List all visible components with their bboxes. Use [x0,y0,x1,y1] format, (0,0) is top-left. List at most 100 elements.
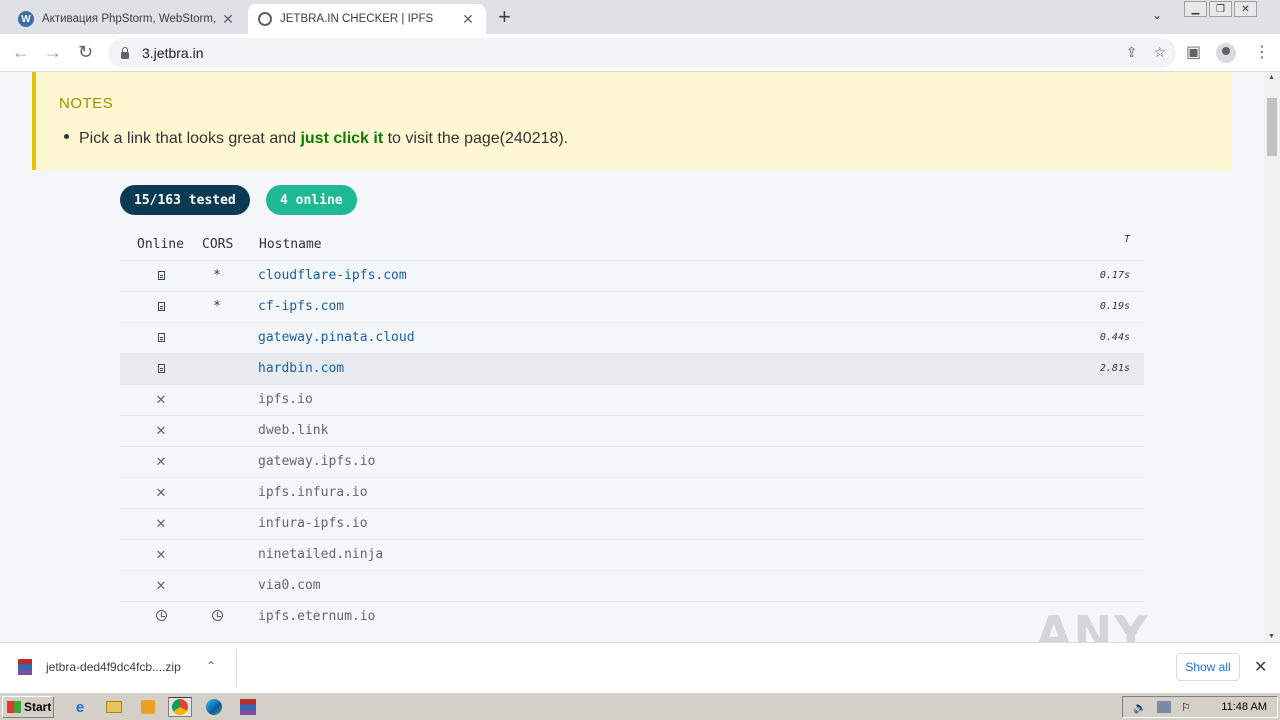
hostname-link: infura-ipfs.io [258,516,368,531]
windows-taskbar: Start e 🔈 ⚐ 11:48 AM [0,692,1280,720]
notes-title: NOTES [59,95,114,112]
offline-x-icon: ✕ [156,513,166,532]
hostname-link[interactable]: gateway.pinata.cloud [258,330,415,345]
reload-icon[interactable]: ↻ [78,42,93,62]
download-bar: jetbra-ded4f9dc4fcb....zip ⌃ Show all ✕ [0,642,1280,692]
close-icon[interactable]: ✕ [460,11,476,28]
url-text[interactable]: 3.jetbra.in [142,45,203,61]
document-icon [120,268,202,283]
scroll-up-icon[interactable]: ▲ [1268,74,1275,81]
offline-x-icon: ✕ [156,482,166,501]
share-icon[interactable]: ⇪ [1126,44,1138,61]
close-window-button[interactable]: ✕ [1234,1,1257,17]
bullet-icon [64,134,69,140]
table-row: ✕ ipfs.io [120,384,1144,415]
side-panel-icon[interactable]: ▣ [1186,42,1201,62]
header-cors[interactable]: CORS [202,237,233,252]
address-bar[interactable]: 3.jetbra.in ⇪ ☆ [108,38,1176,68]
close-icon[interactable]: ✕ [220,11,236,28]
tab-jetbra-checker[interactable]: JETBRA.IN CHECKER | IPFS ✕ [248,4,486,34]
latency-value: 0.19s [1099,301,1130,312]
table-row: ✕ via0.com [120,570,1144,601]
lock-icon[interactable] [120,47,130,59]
pending-clock-icon [202,609,232,624]
document-icon [120,330,202,345]
chevron-down-icon[interactable]: ⌄ [1152,8,1162,22]
taskbar-clock: 11:48 AM [1221,701,1267,713]
download-item[interactable]: jetbra-ded4f9dc4fcb....zip [18,659,181,675]
hostname-link[interactable]: cloudflare-ipfs.com [258,268,407,283]
profile-avatar-icon[interactable] [1216,43,1236,63]
globe-icon [258,12,272,26]
back-arrow-icon[interactable]: ← [12,42,30,62]
latency-value: 0.44s [1099,332,1130,343]
winrar-icon[interactable] [236,697,260,717]
notes-text-after: to visit the page(240218). [383,130,569,147]
pending-clock-icon [120,609,202,624]
table-row: ✕ gateway.ipfs.io [120,446,1144,477]
table-row: * cf-ipfs.com 0.19s [120,291,1144,322]
window-controls: ▁ ❐ ✕ [1182,1,1257,17]
tab-activation[interactable]: W Активация PhpStorm, WebStorm, IntelliJ… [8,4,246,34]
table-row: ✕ infura-ipfs.io [120,508,1144,539]
table-row: ✕ dweb.link [120,415,1144,446]
offline-x-icon: ✕ [156,389,166,408]
wordpress-icon: W [18,11,34,27]
document-icon [120,361,202,376]
header-time[interactable]: T [1124,234,1130,245]
cors-cell: * [213,299,221,314]
notes-text-before: Pick a link that looks great and [79,130,301,147]
media-player-icon[interactable] [136,697,160,717]
cors-cell: * [213,268,221,283]
hostname-link: via0.com [258,578,321,593]
show-all-button[interactable]: Show all [1176,653,1240,681]
tab-strip: W Активация PhpStorm, WebStorm, IntelliJ… [0,0,1280,34]
hostname-link[interactable]: hardbin.com [258,361,344,376]
gateway-table: Online CORS Hostname T * cloudflare-ipfs.… [120,228,1144,632]
header-online[interactable]: Online [137,237,184,252]
notes-box: NOTES Pick a link that looks great and j… [32,72,1232,170]
explorer-folder-icon[interactable] [102,697,126,717]
chrome-icon[interactable] [168,697,192,717]
start-button[interactable]: Start [2,696,54,718]
page-content: NOTES Pick a link that looks great and j… [0,72,1264,642]
page-scrollbar[interactable]: ▲ ▼ [1264,72,1280,642]
minimize-button[interactable]: ▁ [1184,1,1207,17]
table-row: gateway.pinata.cloud 0.44s [120,322,1144,353]
table-row: ✕ ninetailed.ninja [120,539,1144,570]
hostname-link: ipfs.eternum.io [258,609,376,624]
hostname-link[interactable]: cf-ipfs.com [258,299,344,314]
close-icon[interactable]: ✕ [1254,657,1267,677]
hostname-link: ninetailed.ninja [258,547,384,562]
offline-x-icon: ✕ [156,451,166,470]
tab-title: Активация PhpStorm, WebStorm, IntelliJ I… [42,13,220,25]
latency-value: 2.81s [1099,363,1130,374]
table-row: ipfs.eternum.io [120,601,1144,632]
chevron-up-icon[interactable]: ⌃ [206,659,216,673]
forward-arrow-icon[interactable]: → [44,42,62,62]
table-row: hardbin.com 2.81s [120,353,1144,384]
flag-icon[interactable]: ⚐ [1181,701,1195,714]
start-label: Start [24,700,52,714]
header-hostname[interactable]: Hostname [259,237,322,252]
ie-icon[interactable]: e [68,697,92,717]
download-filename[interactable]: jetbra-ded4f9dc4fcb....zip [46,660,181,674]
system-tray: 🔈 ⚐ 11:48 AM [1122,696,1278,718]
restore-button[interactable]: ❐ [1209,1,1232,17]
star-icon[interactable]: ☆ [1153,44,1166,61]
browser-toolbar: ← → ↻ 3.jetbra.in ⇪ ☆ ▣ ⋮ [0,34,1280,72]
online-count-badge: 4 online [266,185,357,215]
volume-icon[interactable]: 🔈 [1133,701,1147,714]
network-icon[interactable] [1157,701,1171,713]
notes-highlight: just click it [300,130,384,147]
winrar-archive-icon [18,659,32,675]
edge-icon[interactable] [202,697,226,717]
scrollbar-thumb[interactable] [1267,98,1277,156]
new-tab-button[interactable]: + [498,6,511,28]
hostname-link: ipfs.infura.io [258,485,368,500]
hostname-link: dweb.link [258,423,329,438]
windows-flag-icon [7,701,21,713]
menu-kebab-icon[interactable]: ⋮ [1254,42,1270,62]
latency-value: 0.17s [1099,270,1130,281]
divider [236,649,237,687]
